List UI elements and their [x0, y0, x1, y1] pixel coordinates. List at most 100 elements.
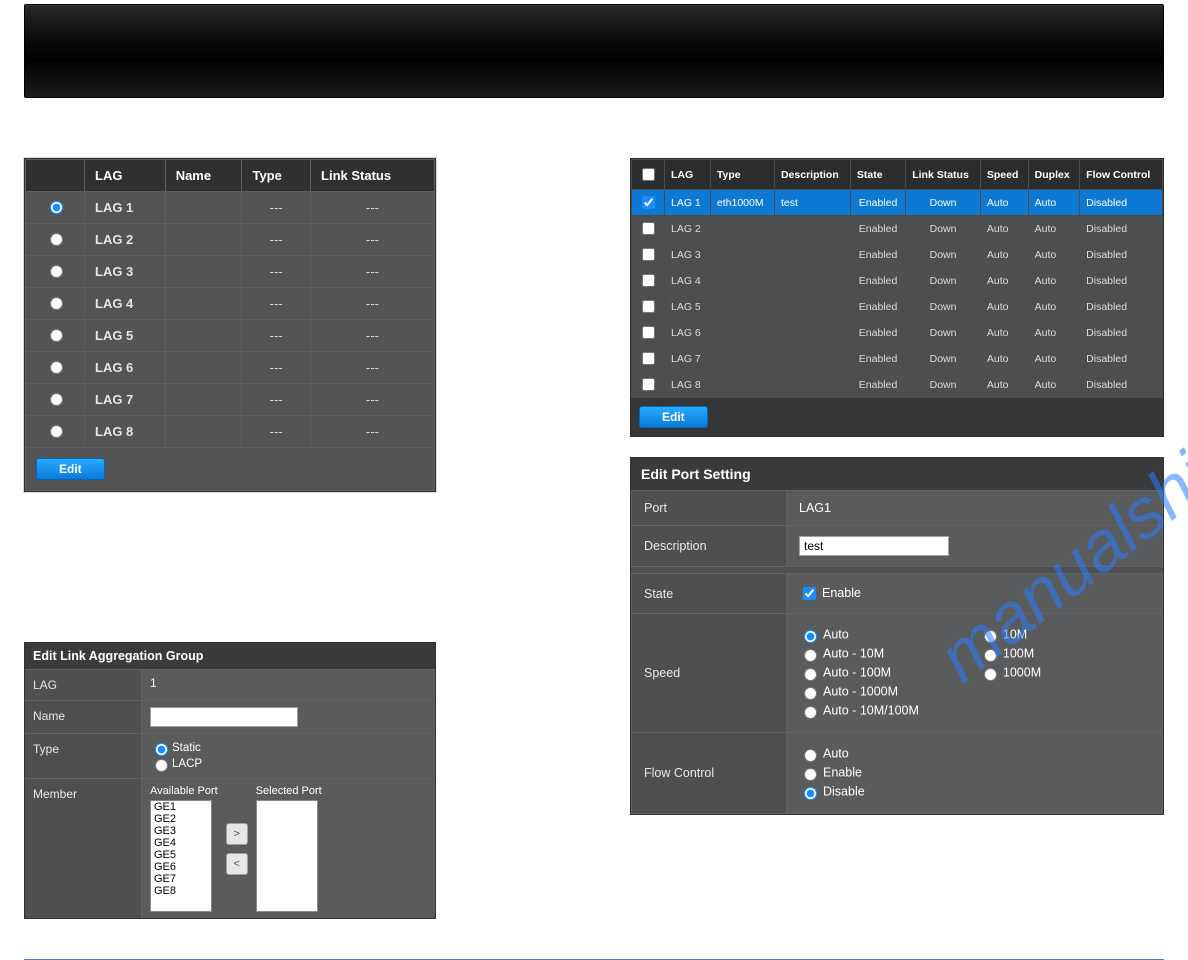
status-header-checkbox[interactable]	[642, 168, 655, 181]
lag-selection-panel: LAGNameTypeLink Status LAG 1------LAG 2-…	[24, 158, 436, 492]
lag-row-radio[interactable]	[50, 233, 63, 246]
status-row[interactable]: LAG 4EnabledDownAutoAutoDisabled	[632, 268, 1163, 294]
selected-port-header: Selected Port	[256, 785, 322, 797]
lag-header: Name	[165, 160, 242, 192]
edit-lag-title: Edit Link Aggregation Group	[25, 643, 435, 669]
status-row-checkbox[interactable]	[642, 248, 655, 261]
speed-option[interactable]: Auto	[799, 627, 919, 643]
status-row[interactable]: LAG 7EnabledDownAutoAutoDisabled	[632, 346, 1163, 372]
edit-lag-name-label: Name	[25, 701, 141, 733]
lag-row-radio[interactable]	[50, 425, 63, 438]
lag-row-radio[interactable]	[50, 201, 63, 214]
available-port-header: Available Port	[150, 785, 218, 797]
lag-row-radio[interactable]	[50, 265, 63, 278]
lag-row[interactable]: LAG 4------	[26, 288, 435, 320]
eps-desc-input[interactable]	[799, 536, 949, 556]
status-row-checkbox[interactable]	[642, 352, 655, 365]
status-row[interactable]: LAG 3EnabledDownAutoAutoDisabled	[632, 242, 1163, 268]
available-port-item[interactable]: GE4	[151, 837, 211, 849]
status-row[interactable]: LAG 6EnabledDownAutoAutoDisabled	[632, 320, 1163, 346]
available-port-item[interactable]: GE5	[151, 849, 211, 861]
status-header: Link Status	[906, 160, 981, 190]
available-port-item[interactable]: GE8	[151, 885, 211, 897]
lag-header: Type	[242, 160, 311, 192]
lag-header: Link Status	[311, 160, 435, 192]
status-row-checkbox[interactable]	[642, 274, 655, 287]
status-row[interactable]: LAG 2EnabledDownAutoAutoDisabled	[632, 216, 1163, 242]
speed-option[interactable]: 10M	[979, 627, 1041, 643]
lag-row[interactable]: LAG 2------	[26, 224, 435, 256]
status-row[interactable]: LAG 5EnabledDownAutoAutoDisabled	[632, 294, 1163, 320]
status-header: Speed	[980, 160, 1028, 190]
move-left-button[interactable]: <	[226, 853, 248, 875]
lag-row-radio[interactable]	[50, 361, 63, 374]
edit-lag-type-label: Type	[25, 734, 141, 778]
lag-row[interactable]: LAG 1------	[26, 192, 435, 224]
eps-port-label: Port	[632, 491, 787, 526]
lag-row[interactable]: LAG 5------	[26, 320, 435, 352]
lag-row-radio[interactable]	[50, 297, 63, 310]
status-row-checkbox[interactable]	[642, 300, 655, 313]
lag-status-table: LAGTypeDescriptionStateLink StatusSpeedD…	[631, 159, 1163, 398]
speed-option[interactable]: Auto - 1000M	[799, 684, 919, 700]
available-port-item[interactable]: GE6	[151, 861, 211, 873]
flow-option[interactable]: Disable	[799, 784, 1150, 800]
status-header: Description	[774, 160, 850, 190]
status-row-checkbox[interactable]	[642, 326, 655, 339]
status-row-checkbox[interactable]	[642, 196, 655, 209]
lag-row-radio[interactable]	[50, 393, 63, 406]
eps-speed-label: Speed	[632, 614, 787, 733]
status-row-checkbox[interactable]	[642, 378, 655, 391]
eps-flow-label: Flow Control	[632, 733, 787, 814]
lag-edit-button[interactable]: Edit	[36, 458, 105, 480]
static-label: Static	[172, 742, 201, 754]
move-right-button[interactable]: >	[226, 823, 248, 845]
edit-lag-name-input[interactable]	[150, 707, 298, 727]
available-port-item[interactable]: GE1	[151, 801, 211, 813]
edit-lag-lag-value: 1	[141, 670, 435, 700]
edit-port-setting-panel: Edit Port Setting Port LAG1 Description …	[630, 457, 1164, 815]
edit-lag-type-lacp[interactable]: LACP	[150, 756, 202, 772]
available-port-item[interactable]: GE3	[151, 825, 211, 837]
edit-port-title: Edit Port Setting	[631, 458, 1163, 490]
top-banner	[24, 4, 1164, 98]
status-header: Duplex	[1028, 160, 1080, 190]
speed-option[interactable]: Auto - 10M	[799, 646, 919, 662]
available-port-list[interactable]: GE1GE2GE3GE4GE5GE6GE7GE8	[150, 800, 212, 912]
eps-port-value: LAG1	[787, 491, 1163, 526]
edit-lag-member-label: Member	[25, 779, 141, 918]
flow-option[interactable]: Enable	[799, 765, 1150, 781]
speed-option[interactable]: Auto - 10M/100M	[799, 703, 919, 719]
status-row-checkbox[interactable]	[642, 222, 655, 235]
status-row[interactable]: LAG 8EnabledDownAutoAutoDisabled	[632, 372, 1163, 398]
status-header	[632, 160, 665, 190]
edit-lag-type-options: Static LACP	[141, 734, 435, 778]
status-header: LAG	[665, 160, 711, 190]
flow-option[interactable]: Auto	[799, 746, 1150, 762]
eps-state-label: State	[632, 574, 787, 614]
status-row[interactable]: LAG 1eth1000MtestEnabledDownAutoAutoDisa…	[632, 190, 1163, 216]
speed-option[interactable]: 100M	[979, 646, 1041, 662]
status-edit-button[interactable]: Edit	[639, 406, 708, 428]
lag-header: LAG	[85, 160, 166, 192]
status-header: State	[850, 160, 905, 190]
eps-state-enable[interactable]: Enable	[799, 586, 861, 600]
selected-port-list[interactable]	[256, 800, 318, 912]
lag-status-panel: LAGTypeDescriptionStateLink StatusSpeedD…	[630, 158, 1164, 437]
lag-header	[26, 160, 85, 192]
edit-lag-type-static[interactable]: Static	[150, 740, 201, 756]
lag-row-radio[interactable]	[50, 329, 63, 342]
lag-row[interactable]: LAG 7------	[26, 384, 435, 416]
edit-lag-lag-label: LAG	[25, 670, 141, 700]
lag-row[interactable]: LAG 8------	[26, 416, 435, 448]
speed-option[interactable]: 1000M	[979, 665, 1041, 681]
edit-lag-panel: Edit Link Aggregation Group LAG 1 Name T…	[24, 642, 436, 919]
lag-row[interactable]: LAG 6------	[26, 352, 435, 384]
status-header: Type	[710, 160, 774, 190]
lag-table: LAGNameTypeLink Status LAG 1------LAG 2-…	[25, 159, 435, 491]
available-port-item[interactable]: GE7	[151, 873, 211, 885]
status-header: Flow Control	[1080, 160, 1163, 190]
speed-option[interactable]: Auto - 100M	[799, 665, 919, 681]
lag-row[interactable]: LAG 3------	[26, 256, 435, 288]
available-port-item[interactable]: GE2	[151, 813, 211, 825]
